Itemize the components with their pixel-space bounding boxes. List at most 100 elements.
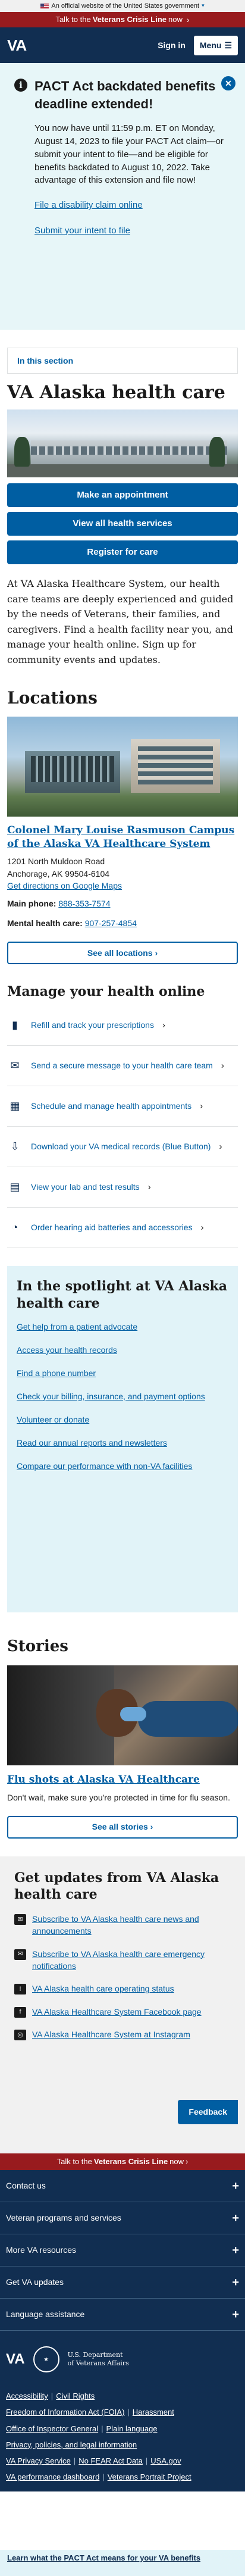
manage-item[interactable]: ◔ Order hearing aid batteries and accesso… [7,1208,238,1249]
file-claim-link[interactable]: File a disability claim online [34,199,235,212]
us-flag-icon [40,3,49,9]
footer-link[interactable]: Harassment [133,2408,174,2416]
separator: | [102,2472,105,2482]
crisis-line-banner[interactable]: Talk to the Veterans Crisis Line now › [0,12,245,27]
manage-item-link[interactable]: Order hearing aid batteries and accessor… [31,1221,193,1234]
update-link[interactable]: Subscribe to VA Alaska health care emerg… [32,1948,231,1972]
footer-section-toggle[interactable]: Get VA updates + [0,2266,245,2299]
mental-phone-link[interactable]: 907-257-4854 [85,918,137,928]
manage-item-link[interactable]: Download your VA medical records (Blue B… [31,1140,211,1153]
pact-alert: i ✕ PACT Act backdated benefits deadline… [0,63,245,330]
arrow-right-icon: › [186,14,190,24]
location-name-link[interactable]: Colonel Mary Louise Rasmuson Campus of t… [7,824,234,850]
footer-section-toggle[interactable]: Veteran programs and services + [0,2202,245,2234]
see-all-locations-label: See all locations [87,948,153,958]
chevron-right-icon: › [200,1101,203,1111]
spotlight-link[interactable]: Volunteer or donate [17,1414,228,1426]
manage-item[interactable]: ▦ Schedule and manage health appointments… [7,1086,238,1127]
pact-bottom-banner[interactable]: Learn what the PACT Act means for your V… [0,2550,245,2576]
footer-crisis-line[interactable]: Talk to the Veterans Crisis Line now › [0,2153,245,2170]
manage-item[interactable]: ▮ Refill and track your prescriptions › [7,1005,238,1046]
spotlight-link[interactable]: Access your health records [17,1344,228,1356]
manage-item[interactable]: ▤ View your lab and test results › [7,1167,238,1208]
spotlight-link[interactable]: Check your billing, insurance, and payme… [17,1390,228,1403]
update-link[interactable]: Subscribe to VA Alaska health care news … [32,1913,231,1937]
footer-link[interactable]: Plain language [106,2424,158,2433]
update-link[interactable]: VA Alaska Healthcare System at Instagram [32,2028,190,2040]
alert-title: PACT Act backdated benefits deadline ext… [34,79,216,111]
intro-text: At VA Alaska Healthcare System, our heal… [7,578,234,665]
mail-icon: ✉ [14,1914,26,1925]
manage-item-link[interactable]: Schedule and manage health appointments [31,1100,191,1112]
directions-link[interactable]: Get directions on Google Maps [7,881,122,890]
va-logo[interactable]: VA [7,34,27,57]
chevron-right-icon: › [147,1181,151,1192]
view-services-button[interactable]: View all health services [7,512,238,536]
footer-section-toggle[interactable]: More VA resources + [0,2234,245,2266]
footer-link[interactable]: Freedom of Information Act (FOIA) [6,2408,124,2416]
plus-icon: + [232,2275,239,2289]
spotlight-box: In the spotlight at VA Alaska health car… [7,1266,238,1613]
info-icon: i [14,79,27,92]
hearing-icon: ◔ [11,1221,18,1234]
manage-item-link[interactable]: Refill and track your prescriptions [31,1019,154,1031]
footer-va-logo[interactable]: VA [6,2349,25,2370]
pact-banner-link[interactable]: Learn what the PACT Act means for your V… [7,2553,200,2562]
main-phone-link[interactable]: 888-353-7574 [58,899,110,908]
spotlight-links: Get help from a patient advocate Access y… [17,1321,228,1473]
stories-heading: Stories [7,1637,68,1656]
manage-item[interactable]: ✉ Send a secure message to your health ca… [7,1046,238,1087]
make-appointment-button[interactable]: Make an appointment [7,483,238,507]
footer-section-label: More VA resources [6,2245,77,2255]
update-link[interactable]: VA Alaska health care operating status [32,1983,174,1994]
footer: Talk to the Veterans Crisis Line now › C… [0,2153,245,2491]
plus-icon: + [232,2243,239,2257]
footer-link[interactable]: Civil Rights [56,2391,95,2400]
signin-button[interactable]: Sign in [158,39,186,52]
manage-item-link[interactable]: Send a secure message to your health car… [31,1059,213,1072]
separator: | [73,2456,76,2466]
crisis-suffix: now [168,15,183,24]
spotlight-link[interactable]: Compare our performance with non-VA faci… [17,1460,228,1473]
alert-body: You now have until 11:59 p.m. ET on Mond… [34,123,224,186]
spotlight-link[interactable]: Read our annual reports and newsletters [17,1437,228,1449]
hamburger-icon: ☰ [224,40,232,50]
download-icon: ⇩ [10,1140,20,1153]
facebook-icon: f [14,2006,26,2018]
footer-link[interactable]: Veterans Portrait Project [108,2472,191,2481]
page-title: VA Alaska health care [7,382,225,403]
footer-link[interactable]: USA.gov [150,2456,181,2465]
footer-link[interactable]: Office of Inspector General [6,2424,98,2433]
pill-bottle-icon: ▮ [12,1019,18,1031]
footer-link[interactable]: No FEAR Act Data [78,2456,143,2465]
spotlight-link[interactable]: Get help from a patient advocate [17,1321,228,1333]
menu-button[interactable]: Menu ☰ [193,35,238,55]
footer-section-toggle[interactable]: Language assistance + [0,2299,245,2331]
footer-link[interactable]: Privacy, policies, and legal information [6,2440,137,2449]
see-all-stories-button[interactable]: See all stories › [7,1815,238,1839]
close-icon[interactable]: ✕ [221,76,235,90]
footer-section-label: Get VA updates [6,2277,64,2287]
footer-link[interactable]: VA performance dashboard [6,2472,99,2481]
in-this-section-button[interactable]: In this section [7,348,238,374]
gov-banner[interactable]: An official website of the United States… [0,0,245,12]
register-button[interactable]: Register for care [7,540,238,564]
see-all-locations-button[interactable]: See all locations › [7,942,238,965]
footer-section-toggle[interactable]: Contact us + [0,2170,245,2202]
update-link[interactable]: VA Alaska Healthcare System Facebook pag… [32,2006,202,2018]
location-address: 1201 North Muldoon Road Anchorage, AK 99… [7,855,238,892]
story-title-link[interactable]: Flu shots at Alaska VA Healthcare [7,1774,200,1786]
footer-link[interactable]: Accessibility [6,2391,48,2400]
spotlight-link[interactable]: Find a phone number [17,1367,228,1380]
manage-item[interactable]: ⇩ Download your VA medical records (Blue … [7,1127,238,1168]
clipboard-icon: ▤ [10,1181,20,1193]
footer-dept-name: U.S. Department of Veterans Affairs [68,2351,129,2368]
manage-item-link[interactable]: View your lab and test results [31,1181,140,1193]
separator: | [145,2456,148,2466]
mental-phone-label: Mental health care: [7,918,83,929]
manage-list: ▮ Refill and track your prescriptions › ✉ S… [0,1005,245,1249]
chevron-right-icon: › [162,1020,165,1030]
intent-to-file-link[interactable]: Submit your intent to file [34,224,235,238]
feedback-button[interactable]: Feedback [178,2100,238,2124]
footer-link[interactable]: VA Privacy Service [6,2456,71,2465]
